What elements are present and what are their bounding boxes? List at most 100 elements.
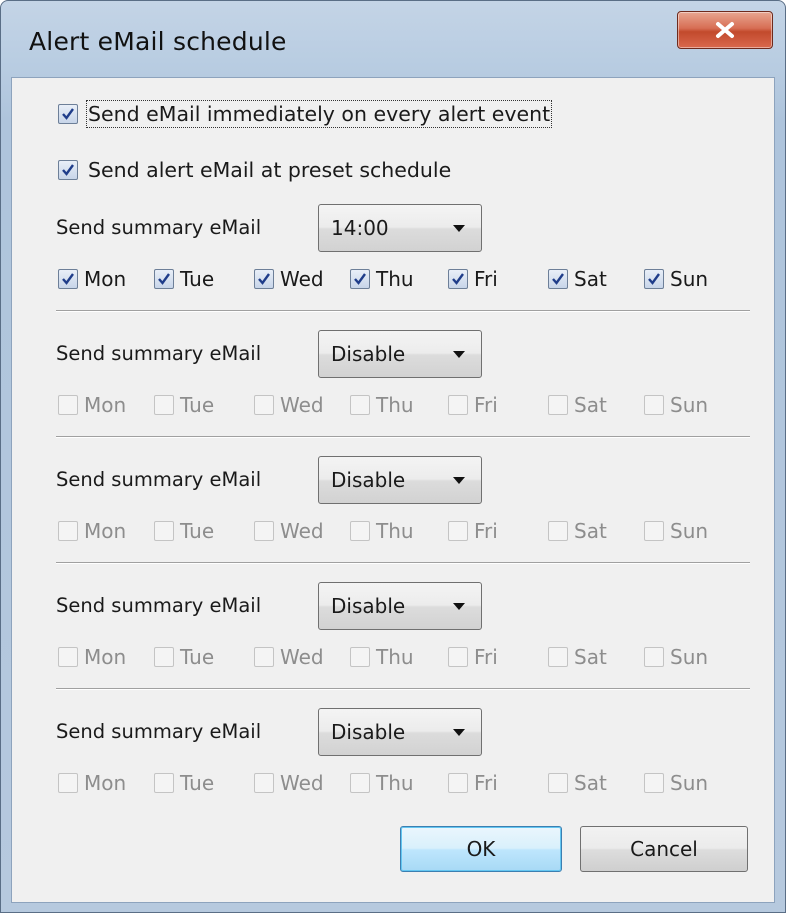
day-checkbox-tue[interactable] bbox=[154, 521, 174, 541]
dropdown-value: Disable bbox=[331, 720, 406, 744]
day-label: Fri bbox=[474, 393, 498, 417]
day-checkbox-thu[interactable] bbox=[350, 773, 370, 793]
day-option-sun[interactable]: Sun bbox=[644, 393, 708, 417]
day-option-sat[interactable]: Sat bbox=[548, 393, 607, 417]
day-checkbox-wed[interactable] bbox=[254, 773, 274, 793]
immediate-label: Send eMail immediately on every alert ev… bbox=[85, 100, 553, 128]
day-option-thu[interactable]: Thu bbox=[350, 645, 414, 669]
day-option-thu[interactable]: Thu bbox=[350, 267, 414, 291]
day-checkbox-thu[interactable] bbox=[350, 395, 370, 415]
day-option-sat[interactable]: Sat bbox=[548, 267, 607, 291]
day-checkbox-tue[interactable] bbox=[154, 647, 174, 667]
day-label: Mon bbox=[84, 771, 127, 795]
day-checkbox-fri[interactable] bbox=[448, 647, 468, 667]
close-button[interactable] bbox=[677, 11, 773, 49]
day-checkbox-tue[interactable] bbox=[154, 395, 174, 415]
day-option-fri[interactable]: Fri bbox=[448, 645, 498, 669]
immediate-checkbox[interactable] bbox=[58, 104, 78, 124]
day-checkbox-wed[interactable] bbox=[254, 269, 274, 289]
day-option-tue[interactable]: Tue bbox=[154, 393, 214, 417]
day-option-fri[interactable]: Fri bbox=[448, 771, 498, 795]
day-checkbox-sun[interactable] bbox=[644, 395, 664, 415]
day-option-wed[interactable]: Wed bbox=[254, 393, 324, 417]
day-checkbox-tue[interactable] bbox=[154, 269, 174, 289]
title-bar[interactable]: Alert eMail schedule bbox=[1, 1, 785, 75]
day-label: Sun bbox=[670, 771, 709, 795]
day-checkbox-mon[interactable] bbox=[58, 521, 78, 541]
day-checkbox-mon[interactable] bbox=[58, 269, 78, 289]
day-checkbox-fri[interactable] bbox=[448, 521, 468, 541]
day-checkbox-sat[interactable] bbox=[548, 773, 568, 793]
day-checkbox-fri[interactable] bbox=[448, 773, 468, 793]
summary-label: Send summary eMail bbox=[56, 720, 262, 743]
day-label: Sat bbox=[574, 267, 607, 291]
day-option-tue[interactable]: Tue bbox=[154, 645, 214, 669]
day-checkbox-thu[interactable] bbox=[350, 269, 370, 289]
day-option-thu[interactable]: Thu bbox=[350, 393, 414, 417]
summary-time-dropdown[interactable]: Disable bbox=[318, 708, 482, 756]
day-label: Fri bbox=[474, 519, 498, 543]
day-option-sat[interactable]: Sat bbox=[548, 645, 607, 669]
day-option-tue[interactable]: Tue bbox=[154, 771, 214, 795]
day-option-fri[interactable]: Fri bbox=[448, 393, 498, 417]
day-checkbox-wed[interactable] bbox=[254, 647, 274, 667]
summary-time-dropdown[interactable]: 14:00 bbox=[318, 204, 482, 252]
day-option-wed[interactable]: Wed bbox=[254, 645, 324, 669]
day-label: Mon bbox=[84, 393, 127, 417]
day-option-mon[interactable]: Mon bbox=[58, 393, 126, 417]
option-immediate[interactable]: Send eMail immediately on every alert ev… bbox=[58, 100, 553, 128]
day-label: Wed bbox=[280, 393, 324, 417]
day-checkbox-mon[interactable] bbox=[58, 773, 78, 793]
day-option-fri[interactable]: Fri bbox=[448, 519, 498, 543]
day-checkbox-wed[interactable] bbox=[254, 395, 274, 415]
day-option-tue[interactable]: Tue bbox=[154, 267, 214, 291]
day-option-mon[interactable]: Mon bbox=[58, 771, 126, 795]
day-option-tue[interactable]: Tue bbox=[154, 519, 214, 543]
day-label: Tue bbox=[180, 771, 215, 795]
day-option-sun[interactable]: Sun bbox=[644, 645, 708, 669]
summary-label: Send summary eMail bbox=[56, 594, 262, 617]
day-option-wed[interactable]: Wed bbox=[254, 519, 324, 543]
day-checkbox-mon[interactable] bbox=[58, 395, 78, 415]
day-option-wed[interactable]: Wed bbox=[254, 267, 324, 291]
day-option-mon[interactable]: Mon bbox=[58, 645, 126, 669]
summary-time-dropdown[interactable]: Disable bbox=[318, 456, 482, 504]
day-label: Tue bbox=[180, 645, 215, 669]
summary-time-dropdown[interactable]: Disable bbox=[318, 330, 482, 378]
day-checkbox-sun[interactable] bbox=[644, 269, 664, 289]
day-checkbox-sat[interactable] bbox=[548, 395, 568, 415]
day-option-sat[interactable]: Sat bbox=[548, 771, 607, 795]
day-option-fri[interactable]: Fri bbox=[448, 267, 498, 291]
day-option-sun[interactable]: Sun bbox=[644, 267, 708, 291]
ok-button[interactable]: OK bbox=[400, 826, 562, 872]
day-checkbox-sun[interactable] bbox=[644, 647, 664, 667]
day-checkbox-tue[interactable] bbox=[154, 773, 174, 793]
day-label: Fri bbox=[474, 267, 498, 291]
day-label: Thu bbox=[376, 393, 414, 417]
day-option-sat[interactable]: Sat bbox=[548, 519, 607, 543]
day-option-thu[interactable]: Thu bbox=[350, 771, 414, 795]
day-label: Wed bbox=[280, 645, 324, 669]
day-option-mon[interactable]: Mon bbox=[58, 519, 126, 543]
day-checkbox-sun[interactable] bbox=[644, 521, 664, 541]
summary-time-dropdown[interactable]: Disable bbox=[318, 582, 482, 630]
day-label: Sun bbox=[670, 645, 709, 669]
day-checkbox-thu[interactable] bbox=[350, 647, 370, 667]
option-preset[interactable]: Send alert eMail at preset schedule bbox=[58, 158, 451, 182]
day-checkbox-wed[interactable] bbox=[254, 521, 274, 541]
day-option-sun[interactable]: Sun bbox=[644, 771, 708, 795]
day-checkbox-fri[interactable] bbox=[448, 395, 468, 415]
day-option-mon[interactable]: Mon bbox=[58, 267, 126, 291]
day-option-wed[interactable]: Wed bbox=[254, 771, 324, 795]
day-checkbox-sat[interactable] bbox=[548, 647, 568, 667]
day-checkbox-thu[interactable] bbox=[350, 521, 370, 541]
day-checkbox-fri[interactable] bbox=[448, 269, 468, 289]
day-checkbox-sat[interactable] bbox=[548, 521, 568, 541]
preset-checkbox[interactable] bbox=[58, 160, 78, 180]
day-checkbox-sun[interactable] bbox=[644, 773, 664, 793]
day-checkbox-sat[interactable] bbox=[548, 269, 568, 289]
day-option-thu[interactable]: Thu bbox=[350, 519, 414, 543]
day-checkbox-mon[interactable] bbox=[58, 647, 78, 667]
cancel-button[interactable]: Cancel bbox=[580, 826, 748, 872]
day-option-sun[interactable]: Sun bbox=[644, 519, 708, 543]
